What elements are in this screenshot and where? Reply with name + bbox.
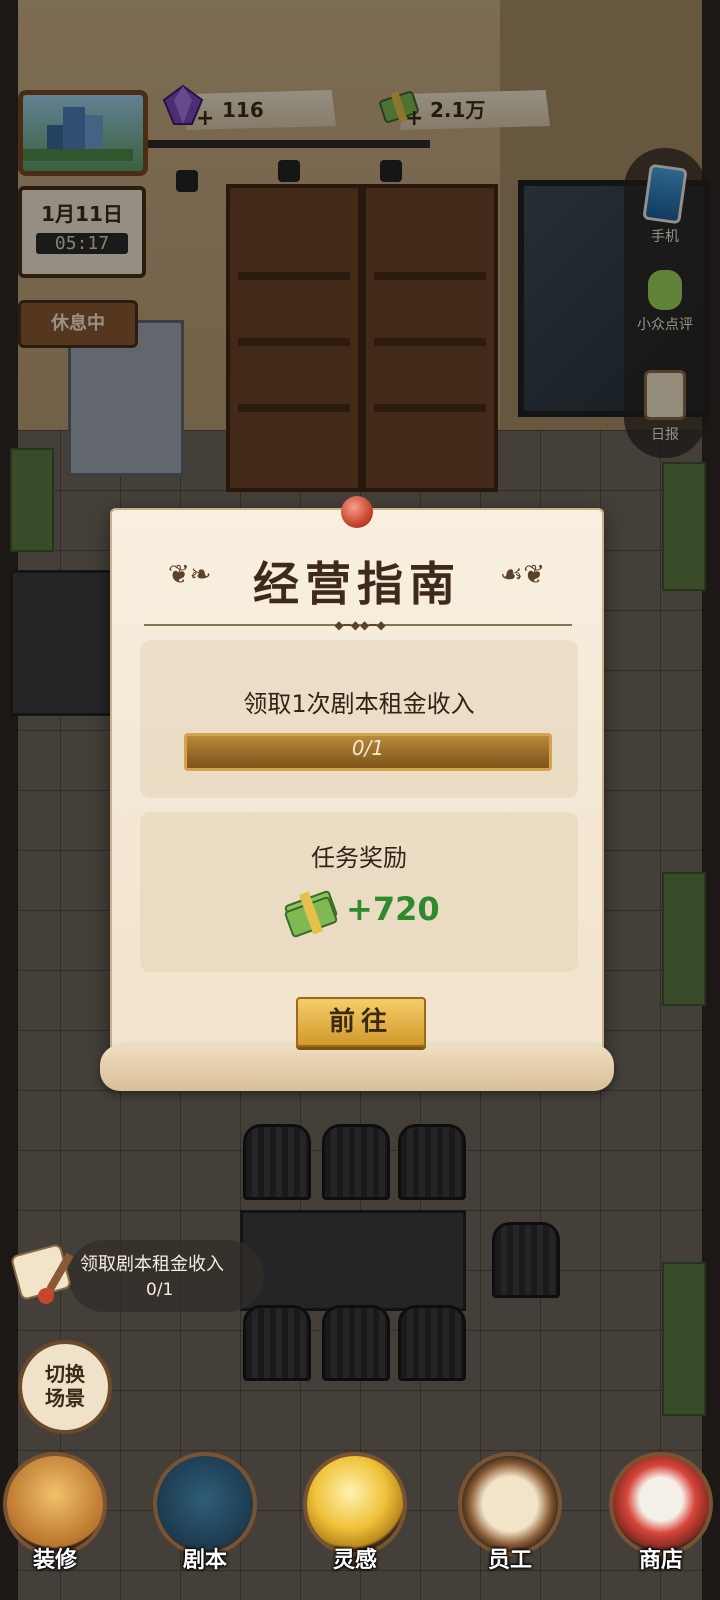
script-book-icon bbox=[153, 1452, 257, 1556]
task-description: 领取1次剧本租金收入 bbox=[243, 690, 475, 718]
pushpin-icon bbox=[341, 496, 373, 528]
nav-shop[interactable]: 商店 bbox=[606, 1452, 716, 1574]
house-icon bbox=[3, 1452, 107, 1556]
id-badge-icon bbox=[458, 1452, 562, 1556]
task-tracker-text: 领取剧本租金收入 bbox=[80, 1254, 224, 1275]
leaf-ornament-icon: ☙❦ bbox=[500, 560, 546, 590]
switch-scene-label-2: 场景 bbox=[45, 1386, 85, 1410]
switch-scene-button[interactable]: 切换 场景 bbox=[18, 1340, 112, 1434]
reward-title: 任务奖励 bbox=[311, 844, 407, 872]
scroll-bottom-roll bbox=[100, 1045, 614, 1091]
quest-scroll-icon bbox=[6, 1232, 86, 1312]
nav-scripts[interactable]: 剧本 bbox=[150, 1452, 260, 1574]
nav-label: 灵感 bbox=[332, 1548, 377, 1573]
nav-label: 商店 bbox=[638, 1548, 683, 1573]
divider-ornament-icon: ◆━◆◆━◆ bbox=[334, 618, 386, 632]
nav-label: 装修 bbox=[32, 1548, 77, 1573]
nav-inspiration[interactable]: 灵感 bbox=[300, 1452, 410, 1574]
shop-icon bbox=[609, 1452, 713, 1556]
reward-amount: +720 bbox=[346, 890, 440, 928]
nav-label: 剧本 bbox=[182, 1548, 227, 1573]
task-card bbox=[140, 640, 578, 798]
nav-label: 员工 bbox=[487, 1548, 532, 1573]
task-tracker-progress: 0/1 bbox=[146, 1280, 174, 1300]
nav-staff[interactable]: 员工 bbox=[455, 1452, 565, 1574]
nav-decorate[interactable]: 装修 bbox=[0, 1452, 110, 1574]
switch-scene-label-1: 切换 bbox=[45, 1362, 85, 1386]
go-button[interactable]: 前往 bbox=[296, 997, 426, 1047]
task-progress-text: 0/1 bbox=[351, 736, 385, 760]
lightbulb-icon bbox=[303, 1452, 407, 1556]
cash-stack-icon bbox=[282, 880, 340, 938]
